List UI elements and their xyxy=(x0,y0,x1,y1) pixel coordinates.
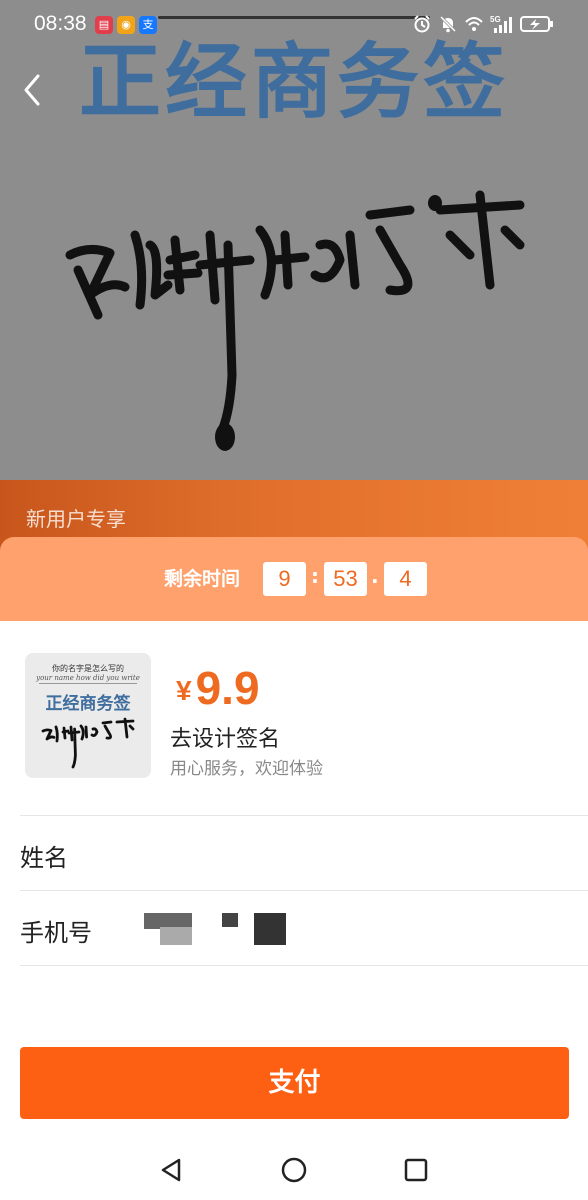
countdown-bar: 剩余时间 9 : 53 . 4 xyxy=(0,537,588,621)
thumbnail-signature xyxy=(41,717,135,769)
status-bar: 08:38 ▤ ◉ 支 5G xyxy=(0,0,588,50)
nav-back-icon[interactable] xyxy=(155,1154,187,1186)
pay-button[interactable]: 支付 xyxy=(20,1047,569,1119)
countdown-tenths: 4 xyxy=(384,562,427,596)
product-thumbnail: 你的名字是怎么写的 your name how did you write 正经… xyxy=(25,653,151,778)
product-description: 用心服务，欢迎体验 xyxy=(170,759,323,779)
svg-text:5G: 5G xyxy=(490,15,501,24)
new-user-label: 新用户专享 xyxy=(26,507,126,531)
name-label: 姓名 xyxy=(20,844,68,872)
redacted-mask xyxy=(222,913,238,927)
thumbnail-subcaption: your name how did you write xyxy=(36,674,140,682)
hero-banner: 正经商务签 新用户专享 xyxy=(0,0,588,560)
back-arrow-icon[interactable] xyxy=(18,70,48,110)
book-app-icon: ▤ xyxy=(95,16,113,34)
product-card: 你的名字是怎么写的 your name how did you write 正经… xyxy=(0,621,588,816)
form-divider xyxy=(20,965,588,966)
currency-symbol: ¥ xyxy=(176,675,192,706)
price: ¥9.9 xyxy=(176,661,260,715)
status-time: 08:38 xyxy=(34,12,87,35)
notification-icons: ▤ ◉ 支 xyxy=(95,16,157,34)
phone-input[interactable] xyxy=(140,905,560,951)
mute-icon xyxy=(439,15,457,33)
redacted-mask xyxy=(160,927,192,945)
nav-home-icon[interactable] xyxy=(278,1154,310,1186)
status-icons: 5G xyxy=(412,14,554,34)
signature-artwork xyxy=(65,190,525,451)
battery-charging-icon xyxy=(520,16,553,32)
countdown-separator: : xyxy=(311,564,319,588)
phone-label: 手机号 xyxy=(20,919,92,947)
name-row: 姓名 xyxy=(20,815,588,890)
weibo-app-icon: ◉ xyxy=(117,16,135,34)
countdown-label: 剩余时间 xyxy=(164,568,241,590)
redacted-mask xyxy=(254,913,286,945)
nav-recents-icon[interactable] xyxy=(400,1154,432,1186)
hero-title: 正经商务签 xyxy=(78,35,509,130)
alarm-icon xyxy=(414,15,430,33)
countdown-minutes: 9 xyxy=(263,562,306,596)
status-progress-line xyxy=(158,16,430,19)
thumbnail-divider xyxy=(39,683,137,684)
system-nav-bar xyxy=(0,1140,588,1200)
phone-row: 手机号 xyxy=(20,890,588,965)
countdown-seconds: 53 xyxy=(324,562,367,596)
alipay-app-icon: 支 xyxy=(139,16,157,34)
wifi-icon xyxy=(465,17,483,31)
thumbnail-title: 正经商务签 xyxy=(45,694,131,714)
countdown-separator: . xyxy=(371,564,379,588)
cellular-signal-icon: 5G xyxy=(490,15,512,33)
price-value: 9.9 xyxy=(195,662,260,714)
thumbnail-caption: 你的名字是怎么写的 xyxy=(52,664,124,673)
name-input[interactable] xyxy=(140,830,560,876)
product-name: 去设计签名 xyxy=(170,727,281,752)
